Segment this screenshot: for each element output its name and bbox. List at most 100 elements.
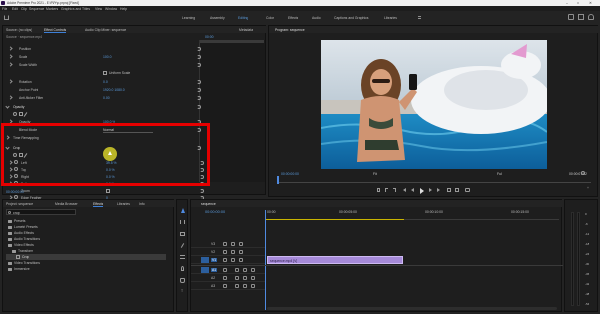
minimize-button[interactable]: – [566, 1, 568, 5]
timeline-playhead[interactable] [265, 210, 266, 310]
lock-icon[interactable] [223, 284, 227, 288]
sync-icon[interactable] [231, 242, 235, 246]
menu-view[interactable]: View [95, 7, 102, 11]
menu-graphics[interactable]: Graphics and Titles [61, 7, 90, 11]
workspace-effects[interactable]: Effects [288, 16, 298, 20]
tab-effects[interactable]: Effects [93, 202, 104, 207]
track-label[interactable]: A3 [211, 284, 215, 288]
expand-triangle-icon[interactable] [8, 46, 13, 51]
solo-icon[interactable] [243, 268, 247, 272]
play-icon[interactable] [420, 187, 424, 194]
property-value[interactable]: 0.00 [103, 96, 110, 100]
expand-triangle-icon[interactable] [8, 79, 13, 84]
step-forward-icon[interactable] [429, 188, 432, 192]
reset-icon[interactable] [197, 80, 201, 84]
track-label[interactable]: V2 [211, 250, 215, 254]
sync-icon[interactable] [231, 250, 235, 254]
source-patch-a1[interactable] [201, 267, 209, 273]
expand-triangle-icon[interactable] [8, 95, 13, 100]
menu-sequence[interactable]: Sequence [29, 7, 44, 11]
tab-audio-clip-mixer[interactable]: Audio Clip Mixer: sequence [85, 28, 126, 32]
reset-icon[interactable] [197, 105, 201, 109]
lock-icon[interactable] [223, 250, 227, 254]
tab-media-browser[interactable]: Media Browser [55, 202, 78, 206]
expand-triangle-icon[interactable] [8, 54, 13, 59]
program-scrub-bar[interactable] [277, 179, 591, 183]
tab-source[interactable]: Source: (no clips) [6, 28, 32, 32]
track-label[interactable]: V3 [211, 242, 215, 246]
tab-metadata[interactable]: Metadata [239, 28, 253, 32]
zoom-checkbox[interactable] [106, 188, 110, 193]
workspace-audio[interactable]: Audio [312, 16, 321, 20]
track-label[interactable]: V1 [211, 258, 218, 262]
type-tool-icon[interactable]: T [181, 289, 183, 293]
menu-clip[interactable]: Clip [21, 7, 27, 11]
mute-icon[interactable] [235, 276, 239, 280]
microphone-icon[interactable] [251, 276, 255, 280]
property-value[interactable]: 0.0 [103, 80, 108, 84]
menu-markers[interactable]: Markers [46, 7, 58, 11]
ripple-edit-tool-icon[interactable] [180, 232, 185, 236]
menu-window[interactable]: Window [105, 7, 117, 11]
tab-program[interactable]: Program: sequence [275, 28, 305, 32]
workspace-editing[interactable]: Editing [238, 16, 248, 20]
workspace-color[interactable]: Color [266, 16, 274, 20]
track-label[interactable]: A2 [211, 276, 215, 280]
export-frame-icon[interactable] [465, 188, 470, 192]
pen-tool-icon[interactable] [181, 266, 184, 271]
workspace-assembly[interactable]: Assembly [210, 16, 225, 20]
timeline-scrollbar[interactable] [267, 307, 557, 310]
property-value[interactable]: 100.0 [103, 55, 112, 59]
expand-triangle-icon[interactable] [5, 104, 10, 109]
mark-out-icon[interactable] [393, 188, 396, 192]
reset-icon[interactable] [197, 88, 201, 92]
mark-in-icon[interactable] [385, 188, 388, 192]
tab-project[interactable]: Project: sequence [6, 202, 33, 206]
go-to-out-icon[interactable] [437, 188, 440, 192]
ellipse-mask-icon[interactable] [13, 112, 17, 116]
add-button-icon[interactable]: + [587, 186, 589, 190]
selection-tool-icon[interactable] [181, 208, 185, 213]
reset-icon[interactable] [197, 96, 201, 100]
lock-icon[interactable] [223, 258, 227, 262]
work-area-bar[interactable] [266, 219, 404, 220]
search-input[interactable]: crop [13, 211, 20, 215]
slip-tool-icon[interactable] [180, 255, 185, 259]
property-value[interactable]: 1920.0 1080.0 [103, 88, 125, 92]
timeline-timecode[interactable]: 00:00:00:00 [205, 210, 225, 214]
marker-icon[interactable] [377, 188, 380, 192]
tab-libraries[interactable]: Libraries [117, 202, 130, 206]
reset-icon[interactable] [197, 47, 201, 51]
program-playhead[interactable] [277, 176, 279, 184]
go-to-in-icon[interactable] [403, 188, 406, 192]
reset-icon[interactable] [197, 63, 201, 67]
workspace-libraries[interactable]: Libraries [384, 16, 397, 20]
track-select-tool-icon[interactable] [180, 220, 185, 224]
tree-item[interactable]: Immersive [6, 266, 166, 272]
menu-file[interactable]: File [2, 7, 7, 11]
eye-icon[interactable] [239, 242, 243, 246]
home-icon[interactable] [4, 15, 9, 20]
maximize-button[interactable]: □ [577, 1, 579, 5]
lock-icon[interactable] [223, 276, 227, 280]
lock-icon[interactable] [223, 268, 227, 272]
notification-icon[interactable] [588, 14, 594, 20]
wrench-icon[interactable] [581, 171, 585, 175]
program-current-time[interactable]: 00:00:00:00 [281, 172, 299, 176]
mute-icon[interactable] [235, 268, 239, 272]
menu-help[interactable]: Help [120, 7, 127, 11]
video-clip[interactable]: sequence.mp4 [V] [267, 256, 403, 264]
menu-edit[interactable]: Edit [12, 7, 18, 11]
fit-select[interactable]: Fit [373, 172, 377, 176]
mute-icon[interactable] [235, 284, 239, 288]
workspace-learning[interactable]: Learning [182, 16, 195, 20]
source-patch-v1[interactable] [201, 257, 209, 263]
tab-effect-controls[interactable]: Effect Controls [44, 28, 67, 33]
eye-icon[interactable] [239, 250, 243, 254]
workspace-captions[interactable]: Captions and Graphics [334, 16, 369, 20]
sync-icon[interactable] [231, 258, 235, 262]
tab-sequence[interactable]: sequence [201, 202, 216, 206]
pen-mask-icon[interactable] [23, 112, 28, 117]
effects-search[interactable]: crop [6, 209, 76, 215]
share-icon[interactable] [568, 14, 574, 20]
